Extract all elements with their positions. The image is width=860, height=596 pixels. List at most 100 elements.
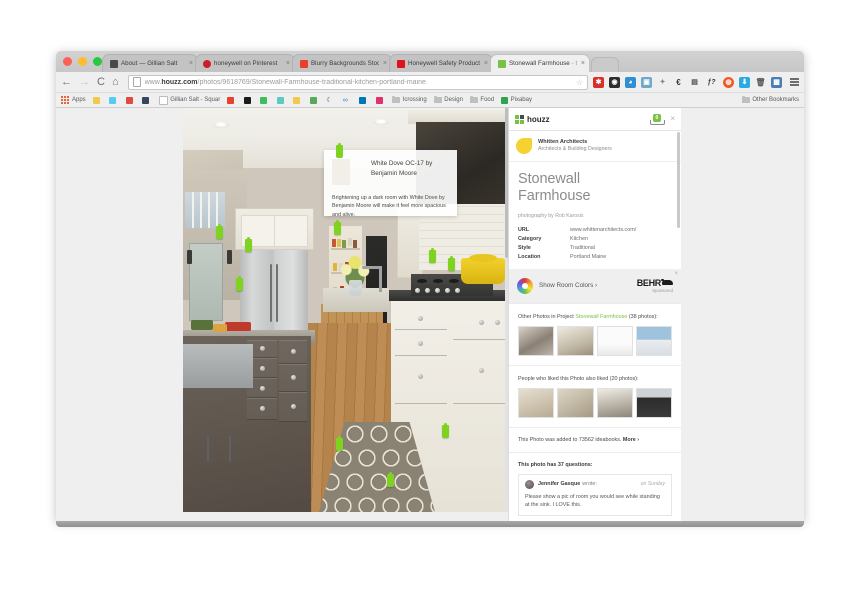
marker-right-cabinet[interactable] [442,422,449,438]
marker-pantry-door[interactable] [334,219,341,235]
other-photos-suffix: (38 photos): [627,313,658,320]
extension-blue-orange-icon[interactable]: ◕ [625,76,636,88]
bookmark-label: Apps [72,97,86,103]
pro-profile[interactable]: Whitten Architects Architects & Building… [509,131,681,163]
tab-stonewall-farmhouse[interactable]: Stonewall Farmhouse - tra × [490,54,590,72]
minimize-window-button[interactable] [78,57,87,66]
bookmark-pixabay[interactable]: Pixabay [501,96,532,104]
extension-gray-bird-icon[interactable]: ✦ [657,77,668,88]
bookmark-item[interactable] [142,96,152,104]
paint-swatch [332,159,350,185]
extension-fontface-icon[interactable]: ƒ? [705,77,718,88]
liked-thumb-3[interactable] [596,387,633,418]
tab-about-gillian-salt[interactable]: About — Gillian Salt × [102,54,198,72]
extension-toolbar: ✱ ◉ ◕ ▣ ✦ € ▤ ƒ? ◍ ⬇ 🗑 ▩ [593,76,799,88]
liked-thumb-4[interactable] [635,387,672,418]
close-window-button[interactable] [63,57,72,66]
extension-calculator-icon[interactable]: ▩ [771,76,782,88]
tab-honeywell-pinterest[interactable]: honeywell on Pinterest × [195,54,295,72]
forward-button[interactable]: → [79,76,90,88]
questions-heading: This photo has 37 questions: [518,461,593,468]
tab-close-icon[interactable]: × [581,60,585,67]
extension-bulb-icon[interactable]: € [673,77,684,88]
bookmark-folder-design[interactable]: Design [433,95,463,103]
marker-island-drawer[interactable] [245,236,252,252]
close-ad-icon[interactable]: × [674,271,678,277]
zoom-window-button[interactable] [93,57,102,66]
bookmark-folder-food[interactable]: Food [469,95,494,103]
bookmark-item[interactable] [375,96,386,104]
behr-ad[interactable]: Show Room Colors › BEHR Sponsored × [509,268,681,303]
sponsored-label: Sponsored [652,287,673,293]
project-link[interactable]: Stonewall Farmhouse [575,314,627,320]
extension-orange-circle-icon[interactable]: ◍ [723,76,734,88]
extension-trash-icon[interactable]: 🗑 [755,77,766,88]
extension-download-icon[interactable]: ⬇ [739,76,750,88]
hamburger-menu-icon[interactable] [790,78,799,86]
page-info-icon [132,77,141,87]
reload-button[interactable]: C [97,76,105,88]
close-icon[interactable]: × [670,115,675,123]
other-bookmarks-folder[interactable]: Other Bookmarks [741,95,799,103]
tab-close-icon[interactable]: × [286,60,290,67]
extension-camera-icon[interactable]: ◉ [609,76,620,88]
tab-close-icon[interactable]: × [189,60,193,67]
window-traffic-lights[interactable] [63,57,102,66]
bookmark-folder-icrossing[interactable]: Icrossing [392,95,427,103]
project-thumb-3[interactable] [596,325,633,356]
comment-author[interactable]: Jennifer Gasque [538,481,580,487]
bookmark-item[interactable] [276,96,287,104]
tab-honeywell-safety[interactable]: Honeywell Safety Products × [389,54,493,72]
address-bar[interactable]: www.houzz.com/photos/9618769/Stonewall-F… [127,74,588,90]
marker-range-cabinet[interactable] [448,255,455,271]
bookmark-item[interactable]: ☾ [326,97,336,104]
tab-close-icon[interactable]: × [383,60,387,67]
marker-rug[interactable] [336,435,343,451]
bookmark-item[interactable] [309,96,320,104]
home-button[interactable]: ⌂ [112,76,119,88]
meta-value[interactable]: Portland Maine [570,254,606,260]
tab-close-icon[interactable]: × [484,60,488,67]
bookmark-item[interactable] [109,96,119,104]
bookmark-item[interactable] [293,96,303,104]
extension-red-icon[interactable]: ✱ [593,76,604,88]
marker-island-counter[interactable] [216,223,223,239]
marker-island-cabinet[interactable] [236,275,243,291]
back-button[interactable]: ← [61,76,72,88]
bookmark-item[interactable]: ∞ [343,97,353,104]
bookmark-item[interactable] [243,96,254,104]
bookmark-gillian-salt[interactable]: Gillian Salt - Squar [158,95,220,105]
meta-value[interactable]: Kitchen [570,236,588,242]
bookmark-item[interactable] [260,96,270,104]
marker-floor[interactable] [387,471,394,487]
bookmark-item[interactable] [125,96,136,104]
bookmark-item[interactable] [227,96,237,104]
liked-thumb-2[interactable] [557,387,594,418]
extension-screen-icon[interactable]: ▤ [689,77,700,88]
bookmark-star-icon[interactable]: ☆ [576,78,583,87]
marker-range-hood-wall[interactable] [429,247,436,263]
houzz-wordmark: houzz [527,114,550,124]
kitchen-photo[interactable]: White Dove OC-17 by Benjamin Moore Brigh… [183,108,508,512]
cart-icon[interactable]: 0 [650,113,666,125]
pro-category: Architects & Building Designers [538,146,612,153]
bookmark-item[interactable] [92,96,103,104]
meta-value[interactable]: Traditional [570,245,595,251]
show-room-colors-link[interactable]: Show Room Colors › [539,282,637,289]
project-thumb-2[interactable] [557,325,594,356]
produce [191,320,213,330]
tab-blurry-backgrounds[interactable]: Blurry Backgrounds Stock × [292,54,392,72]
extension-window-icon[interactable]: ▣ [641,76,652,88]
houzz-logo[interactable]: houzz [515,114,550,124]
paint-tooltip-card[interactable]: White Dove OC-17 by Benjamin Moore Brigh… [324,142,457,218]
also-liked-section: People who liked this Photo also liked (… [509,364,681,427]
meta-value[interactable]: www.whittenarchitects.com/ [570,227,636,233]
project-thumb-4[interactable] [635,325,672,356]
liked-thumb-1[interactable] [518,387,555,418]
new-tab-button[interactable] [591,57,619,72]
bookmark-item[interactable] [359,96,369,104]
project-thumb-1[interactable] [518,325,555,356]
bookmark-apps[interactable]: Apps [61,96,86,104]
sidebar-scrollbar[interactable] [677,132,680,228]
ideabooks-more-link[interactable]: More › [623,437,639,443]
